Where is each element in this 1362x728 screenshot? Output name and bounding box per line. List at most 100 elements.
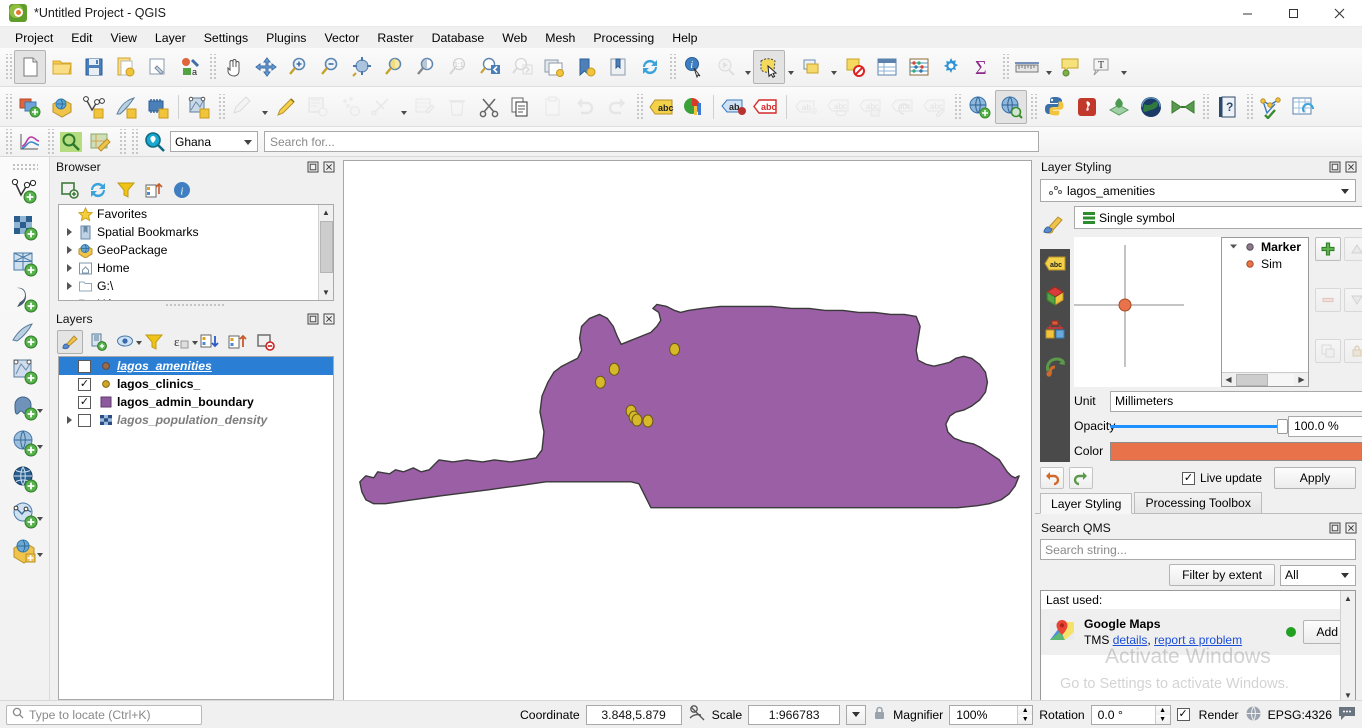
toggle-extents-icon[interactable]: [688, 704, 706, 725]
layer-visibility-checkbox[interactable]: [78, 413, 91, 427]
minimize-button[interactable]: [1224, 0, 1270, 27]
measure-dropdown[interactable]: [1043, 50, 1054, 84]
run-feature-action-dropdown[interactable]: [742, 50, 753, 84]
search-magnifier-button[interactable]: [56, 129, 86, 155]
new-print-layout-button[interactable]: [142, 50, 174, 84]
cut-features-button[interactable]: [473, 90, 505, 124]
move-label-button[interactable]: abc: [823, 90, 855, 124]
add-wfs-layer-vbutton[interactable]: [5, 461, 45, 497]
spin-up-icon[interactable]: ▲: [1018, 705, 1033, 715]
collapse-all-button[interactable]: [225, 330, 251, 354]
symbol-layer-tree[interactable]: Marker Sim ◀ ▶: [1221, 237, 1309, 387]
annotation-dropdown[interactable]: [1118, 50, 1129, 84]
expand-arrow-icon[interactable]: [63, 264, 76, 272]
messages-icon[interactable]: [1338, 705, 1356, 724]
browser-item-spatial-bookmarks[interactable]: Spatial Bookmarks: [59, 223, 333, 241]
layer-row-lagos-clinics[interactable]: ✓ lagos_clinics_: [59, 375, 333, 393]
layers-float-icon[interactable]: [306, 312, 320, 326]
country-select[interactable]: Ghana: [170, 131, 258, 152]
new-map-view-button[interactable]: [538, 50, 570, 84]
toolbar-grip[interactable]: [953, 93, 961, 120]
chevron-down-icon[interactable]: [36, 517, 43, 521]
zoom-to-selection-button[interactable]: [378, 50, 410, 84]
expand-arrow-icon[interactable]: [63, 282, 76, 290]
symbol-tree-root[interactable]: Marker: [1222, 238, 1308, 255]
options-button[interactable]: [935, 50, 967, 84]
qms-result-item[interactable]: Google Maps TMS details, report a proble…: [1041, 609, 1355, 655]
filter-legend-button[interactable]: [141, 330, 167, 354]
spin-up-icon[interactable]: ▲: [1155, 705, 1170, 715]
deselect-features-button[interactable]: [796, 50, 828, 84]
refresh-browser-button[interactable]: [85, 178, 111, 202]
undo-style-button[interactable]: [1040, 467, 1064, 489]
qfield-sync-button[interactable]: [1071, 90, 1103, 124]
search-qms-close-icon[interactable]: [1344, 521, 1358, 535]
properties-info-button[interactable]: i: [169, 178, 195, 202]
lock-layer-button[interactable]: [1344, 339, 1362, 363]
qms-report-link[interactable]: report a problem: [1154, 633, 1242, 647]
chevron-down-icon[interactable]: [36, 445, 43, 449]
refresh-table-button[interactable]: [1287, 90, 1319, 124]
menu-help[interactable]: Help: [663, 29, 706, 47]
browser-item-drive-g[interactable]: G:\: [59, 277, 333, 295]
locate-input[interactable]: Type to locate (Ctrl+K): [6, 704, 202, 725]
vertex-tool-button[interactable]: [366, 90, 398, 124]
chart-button[interactable]: [14, 129, 44, 155]
change-label-button[interactable]: abc: [887, 90, 919, 124]
toolbar-grip[interactable]: [1029, 93, 1037, 120]
select-value-button[interactable]: [839, 50, 871, 84]
live-update-checkbox[interactable]: ✓: [1181, 471, 1195, 485]
add-point-feature-button[interactable]: [334, 90, 366, 124]
copy-features-button[interactable]: [505, 90, 537, 124]
filter-browser-button[interactable]: [113, 178, 139, 202]
expand-arrow-icon[interactable]: [63, 228, 76, 236]
show-bookmarks-button[interactable]: [602, 50, 634, 84]
crs-label[interactable]: EPSG:4326: [1268, 708, 1332, 722]
rotate-label-button[interactable]: abc: [855, 90, 887, 124]
symbol-tree-hscrollbar[interactable]: ◀ ▶: [1222, 372, 1308, 386]
layer-row-lagos-population-density[interactable]: lagos_population_density: [59, 411, 333, 429]
render-checkbox[interactable]: ✓: [1176, 708, 1190, 721]
toolbar-grip[interactable]: [217, 93, 225, 120]
map-tips-button[interactable]: [1054, 50, 1086, 84]
diagrams-tab-icon[interactable]: [1044, 320, 1066, 345]
add-group-button[interactable]: [85, 330, 111, 354]
add-vector-tile-layer-vbutton[interactable]: [5, 353, 45, 389]
opacity-spinbox[interactable]: 100.0 % ▲▼: [1288, 415, 1362, 437]
expand-arrow-icon[interactable]: [63, 300, 76, 301]
menu-database[interactable]: Database: [423, 29, 494, 47]
paste-features-button[interactable]: [537, 90, 569, 124]
history-tab-icon[interactable]: [1044, 355, 1066, 380]
tab-layer-styling[interactable]: Layer Styling: [1040, 493, 1133, 514]
apply-button[interactable]: Apply: [1274, 467, 1356, 489]
pan-map-button[interactable]: [218, 50, 250, 84]
qms-details-link[interactable]: details: [1113, 633, 1148, 647]
toolbar-grip[interactable]: [4, 93, 12, 120]
unit-combo[interactable]: Millimeters: [1110, 390, 1362, 412]
highlight-pinned-labels-button[interactable]: ab: [718, 90, 750, 124]
open-project-button[interactable]: [46, 50, 78, 84]
scroll-thumb[interactable]: [1236, 373, 1294, 386]
add-wms-layer-button[interactable]: [963, 90, 995, 124]
help-button[interactable]: ?: [1211, 90, 1243, 124]
change-label-properties-button[interactable]: abc: [919, 90, 951, 124]
run-feature-action-button[interactable]: [710, 50, 742, 84]
remove-symbol-layer-button[interactable]: [1315, 288, 1341, 312]
qgis2web-button[interactable]: [1103, 90, 1135, 124]
menu-processing[interactable]: Processing: [584, 29, 663, 47]
browser-item-favorites[interactable]: Favorites: [59, 205, 333, 223]
redo-style-button[interactable]: [1069, 467, 1093, 489]
chevron-down-icon[interactable]: [36, 409, 43, 413]
zoom-in-button[interactable]: [282, 50, 314, 84]
add-mesh-layer-button[interactable]: [142, 90, 174, 124]
globe-icon[interactable]: [1245, 705, 1262, 725]
menu-raster[interactable]: Raster: [368, 29, 422, 47]
zoom-out-button[interactable]: [314, 50, 346, 84]
maximize-button[interactable]: [1270, 0, 1316, 27]
scale-dropdown-button[interactable]: [846, 704, 867, 725]
search-for-input[interactable]: Search for...: [264, 131, 1039, 152]
qms-results-list[interactable]: Last used: Google Maps TMS details, repo…: [1040, 590, 1356, 704]
layer-labeling-button[interactable]: abc: [645, 90, 677, 124]
toolbar-grip[interactable]: [118, 128, 126, 155]
toolbar-grip[interactable]: [635, 93, 643, 120]
